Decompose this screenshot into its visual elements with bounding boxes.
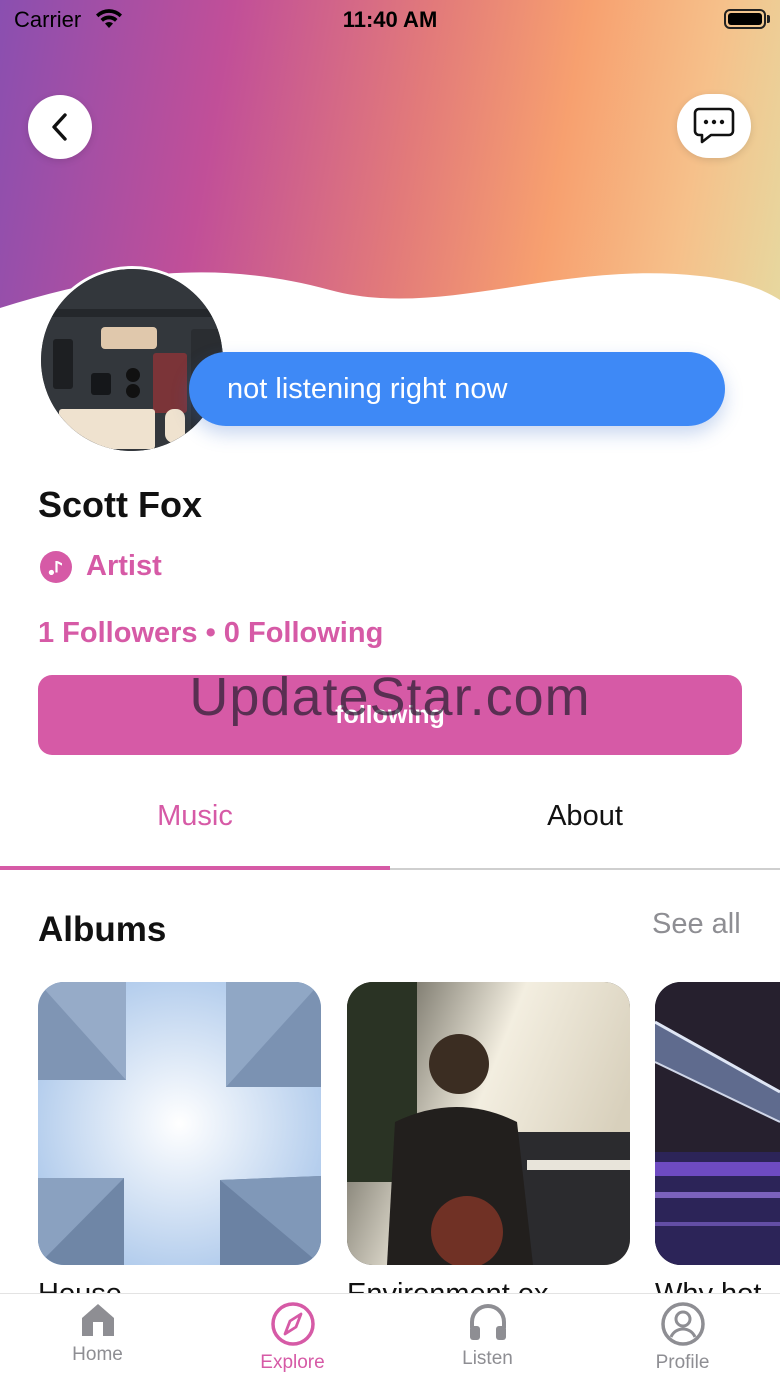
chevron-left-icon [52, 113, 67, 141]
profile-name: Scott Fox [38, 484, 203, 525]
listening-status-bubble: not listening right now [189, 352, 725, 426]
back-button[interactable] [28, 95, 92, 159]
compass-icon [270, 1302, 315, 1346]
tabbar-label: Home [72, 1344, 123, 1365]
tabbar-label: Explore [260, 1352, 325, 1373]
tab-about[interactable]: About [390, 800, 780, 833]
tabbar-item-home[interactable]: Home [0, 1300, 195, 1387]
home-icon [81, 1304, 114, 1336]
watermark: UpdateStar.com [189, 667, 591, 727]
album-cover-image [38, 982, 321, 1265]
chat-bubble-icon [693, 107, 735, 144]
battery-tip [767, 15, 770, 23]
tabbar-item-profile[interactable]: Profile [585, 1300, 780, 1387]
message-button[interactable] [677, 94, 751, 158]
profile-role: Artist [86, 550, 162, 582]
tabbar-item-listen[interactable]: Listen [390, 1300, 585, 1387]
music-note-icon [40, 551, 72, 583]
clock: 11:40 AM [342, 7, 438, 32]
album-cover-image [347, 982, 630, 1265]
album-cover-image [655, 982, 780, 1265]
active-tab-indicator [0, 866, 390, 870]
follow-stats[interactable]: 1 Followers • 0 Following [38, 617, 383, 650]
avatar[interactable] [38, 266, 226, 454]
tabbar-item-explore[interactable]: Explore [195, 1300, 390, 1387]
status-bar: Carrier 11:40 AM [0, 0, 780, 40]
see-all-link[interactable]: See all [652, 908, 741, 941]
album-cover[interactable] [347, 982, 630, 1265]
tabbar-label: Profile [655, 1352, 710, 1373]
tabbar-label: Listen [462, 1348, 513, 1369]
headphones-icon [469, 1304, 506, 1340]
albums-section-title: Albums [38, 910, 167, 949]
battery-icon [724, 9, 766, 29]
tab-music[interactable]: Music [0, 800, 390, 833]
user-circle-icon [660, 1302, 705, 1346]
album-cover[interactable] [38, 982, 321, 1265]
album-cover[interactable] [655, 982, 780, 1265]
avatar-desk-image [41, 269, 223, 451]
